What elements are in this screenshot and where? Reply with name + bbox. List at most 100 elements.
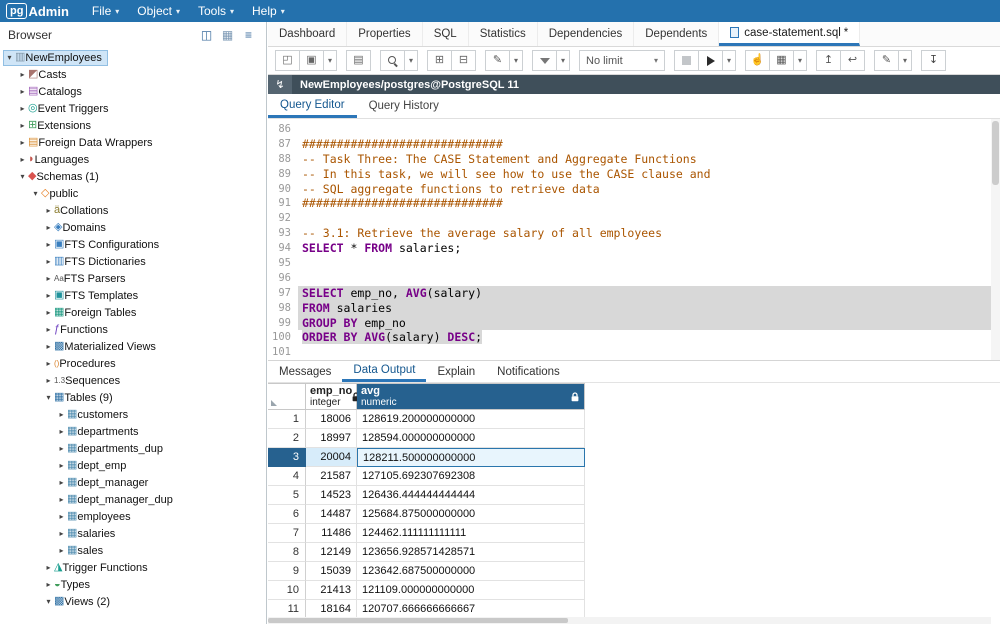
tree-item-customers[interactable]: ▸▦customers (0, 406, 266, 423)
tab-dependents[interactable]: Dependents (634, 22, 719, 46)
cell-emp_no[interactable]: 11486 (306, 524, 357, 543)
cell-avg[interactable]: 126436.444444444444 (357, 486, 585, 505)
tree-item-employees[interactable]: ▸▦employees (0, 508, 266, 525)
chevron-right-icon[interactable]: ▸ (43, 291, 54, 300)
chevron-right-icon[interactable]: ▸ (43, 563, 54, 572)
tree-item-catalogs[interactable]: ▸▤Catalogs (0, 83, 266, 100)
tab-explain[interactable]: Explain (426, 361, 486, 382)
tree-item-fts-parsers[interactable]: ▸AaFTS Parsers (0, 270, 266, 287)
tab-sql[interactable]: SQL (423, 22, 469, 46)
menu-file[interactable]: File▾ (83, 0, 128, 22)
chevron-right-icon[interactable]: ▸ (43, 274, 54, 283)
chevron-right-icon[interactable]: ▸ (43, 580, 54, 589)
edit-button[interactable]: ✎ (485, 50, 510, 71)
tree-item-public[interactable]: ▾◇public (0, 185, 266, 202)
row-number[interactable]: 5 (268, 486, 306, 505)
row-number[interactable]: 3 (268, 448, 306, 467)
scrollbar-thumb[interactable] (992, 121, 999, 185)
chevron-right-icon[interactable]: ▸ (43, 240, 54, 249)
indent-icon[interactable]: ≡ (239, 28, 258, 42)
tree-item-fts-configurations[interactable]: ▸▣FTS Configurations (0, 236, 266, 253)
explain-button[interactable]: ☝ (745, 50, 770, 71)
tree-item-dept-manager[interactable]: ▸▦dept_manager (0, 474, 266, 491)
stop-button[interactable] (674, 50, 699, 71)
tree-item-views-2[interactable]: ▾▩Views (2) (0, 593, 266, 610)
panels-icon[interactable]: ◫ (197, 28, 216, 42)
cell-avg[interactable]: 124462.111111111111 (357, 524, 585, 543)
cell-avg[interactable]: 128211.500000000000 (357, 448, 585, 467)
tab-data-output[interactable]: Data Output (342, 361, 426, 382)
grid-icon[interactable]: ▦ (218, 28, 237, 42)
chevron-right-icon[interactable]: ▸ (43, 342, 54, 351)
sql-editor[interactable]: 8687#############################88-- Ta… (268, 119, 1000, 360)
row-number[interactable]: 2 (268, 429, 306, 448)
tab-messages[interactable]: Messages (268, 361, 342, 382)
chevron-right-icon[interactable]: ▸ (56, 427, 67, 436)
tree-item-collations[interactable]: ▸äCollations (0, 202, 266, 219)
tree-item-fts-templates[interactable]: ▸▣FTS Templates (0, 287, 266, 304)
cell-avg[interactable]: 123642.687500000000 (357, 562, 585, 581)
cell-emp_no[interactable]: 21413 (306, 581, 357, 600)
cell-emp_no[interactable]: 12149 (306, 543, 357, 562)
cell-avg[interactable]: 125684.875000000000 (357, 505, 585, 524)
cell-emp_no[interactable]: 18006 (306, 410, 357, 429)
chevron-right-icon[interactable]: ▸ (43, 359, 54, 368)
copy-rows-button[interactable]: ▤ (346, 50, 371, 71)
row-limit-select[interactable]: No limit ▾ (579, 50, 665, 71)
tree-item-languages[interactable]: ▸◗Languages (0, 151, 266, 168)
tab-notifications[interactable]: Notifications (486, 361, 571, 382)
chevron-down-icon[interactable]: ▾ (43, 393, 54, 402)
find-button-dropdown[interactable]: ▾ (404, 50, 418, 71)
tree-item-schemas-1[interactable]: ▾◆Schemas (1) (0, 168, 266, 185)
row-number[interactable]: 10 (268, 581, 306, 600)
chevron-right-icon[interactable]: ▸ (56, 495, 67, 504)
cell-emp_no[interactable]: 20004 (306, 448, 357, 467)
menu-tools[interactable]: Tools▾ (189, 0, 243, 22)
chevron-right-icon[interactable]: ▸ (17, 138, 28, 147)
select-all-corner[interactable] (268, 383, 306, 410)
chevron-right-icon[interactable]: ▸ (17, 87, 28, 96)
macro-button[interactable]: ✎ (874, 50, 899, 71)
cell-emp_no[interactable]: 15039 (306, 562, 357, 581)
chevron-right-icon[interactable]: ▸ (43, 206, 54, 215)
column-header-avg[interactable]: avgnumeric (357, 383, 585, 410)
tree-item-foreign-data-wrappers[interactable]: ▸▤Foreign Data Wrappers (0, 134, 266, 151)
tree-item-event-triggers[interactable]: ▸◎Event Triggers (0, 100, 266, 117)
download-csv-button[interactable]: ↧ (921, 50, 946, 71)
find-button[interactable] (380, 50, 405, 71)
chevron-right-icon[interactable]: ▸ (56, 529, 67, 538)
tab-query-editor[interactable]: Query Editor (268, 94, 357, 118)
row-number[interactable]: 6 (268, 505, 306, 524)
chevron-right-icon[interactable]: ▸ (17, 121, 28, 130)
tree-item-dept-manager-dup[interactable]: ▸▦dept_manager_dup (0, 491, 266, 508)
row-number[interactable]: 7 (268, 524, 306, 543)
chevron-down-icon[interactable]: ▾ (30, 189, 41, 198)
cell-avg[interactable]: 121109.000000000000 (357, 581, 585, 600)
tree-item-foreign-tables[interactable]: ▸▦Foreign Tables (0, 304, 266, 321)
menu-help[interactable]: Help▾ (243, 0, 294, 22)
tree-item-types[interactable]: ▸◒Types (0, 576, 266, 593)
execute-button[interactable] (698, 50, 723, 71)
chevron-right-icon[interactable]: ▸ (17, 104, 28, 113)
grid-horizontal-scrollbar[interactable] (268, 617, 991, 624)
cell-avg[interactable]: 128619.200000000000 (357, 410, 585, 429)
cell-avg[interactable]: 128594.000000000000 (357, 429, 585, 448)
tab-query-history[interactable]: Query History (357, 94, 451, 118)
chevron-right-icon[interactable]: ▸ (43, 308, 54, 317)
tree-item-trigger-functions[interactable]: ▸◮Trigger Functions (0, 559, 266, 576)
tree-item-departments[interactable]: ▸▦departments (0, 423, 266, 440)
copy-button[interactable]: ⊞ (427, 50, 452, 71)
chevron-right-icon[interactable]: ▸ (56, 546, 67, 555)
tree-item-dept-emp[interactable]: ▸▦dept_emp (0, 457, 266, 474)
tree-item-fts-dictionaries[interactable]: ▸▥FTS Dictionaries (0, 253, 266, 270)
open-file-button[interactable]: ◰ (275, 50, 300, 71)
chevron-right-icon[interactable]: ▸ (43, 376, 54, 385)
tab-properties[interactable]: Properties (347, 22, 422, 46)
chevron-right-icon[interactable]: ▸ (56, 461, 67, 470)
execute-button-dropdown[interactable]: ▾ (722, 50, 736, 71)
chevron-right-icon[interactable]: ▸ (56, 512, 67, 521)
chevron-right-icon[interactable]: ▸ (56, 410, 67, 419)
filter-button-dropdown[interactable]: ▾ (556, 50, 570, 71)
chevron-down-icon[interactable]: ▾ (17, 172, 28, 181)
column-header-emp-no[interactable]: emp_nointeger (306, 383, 357, 410)
